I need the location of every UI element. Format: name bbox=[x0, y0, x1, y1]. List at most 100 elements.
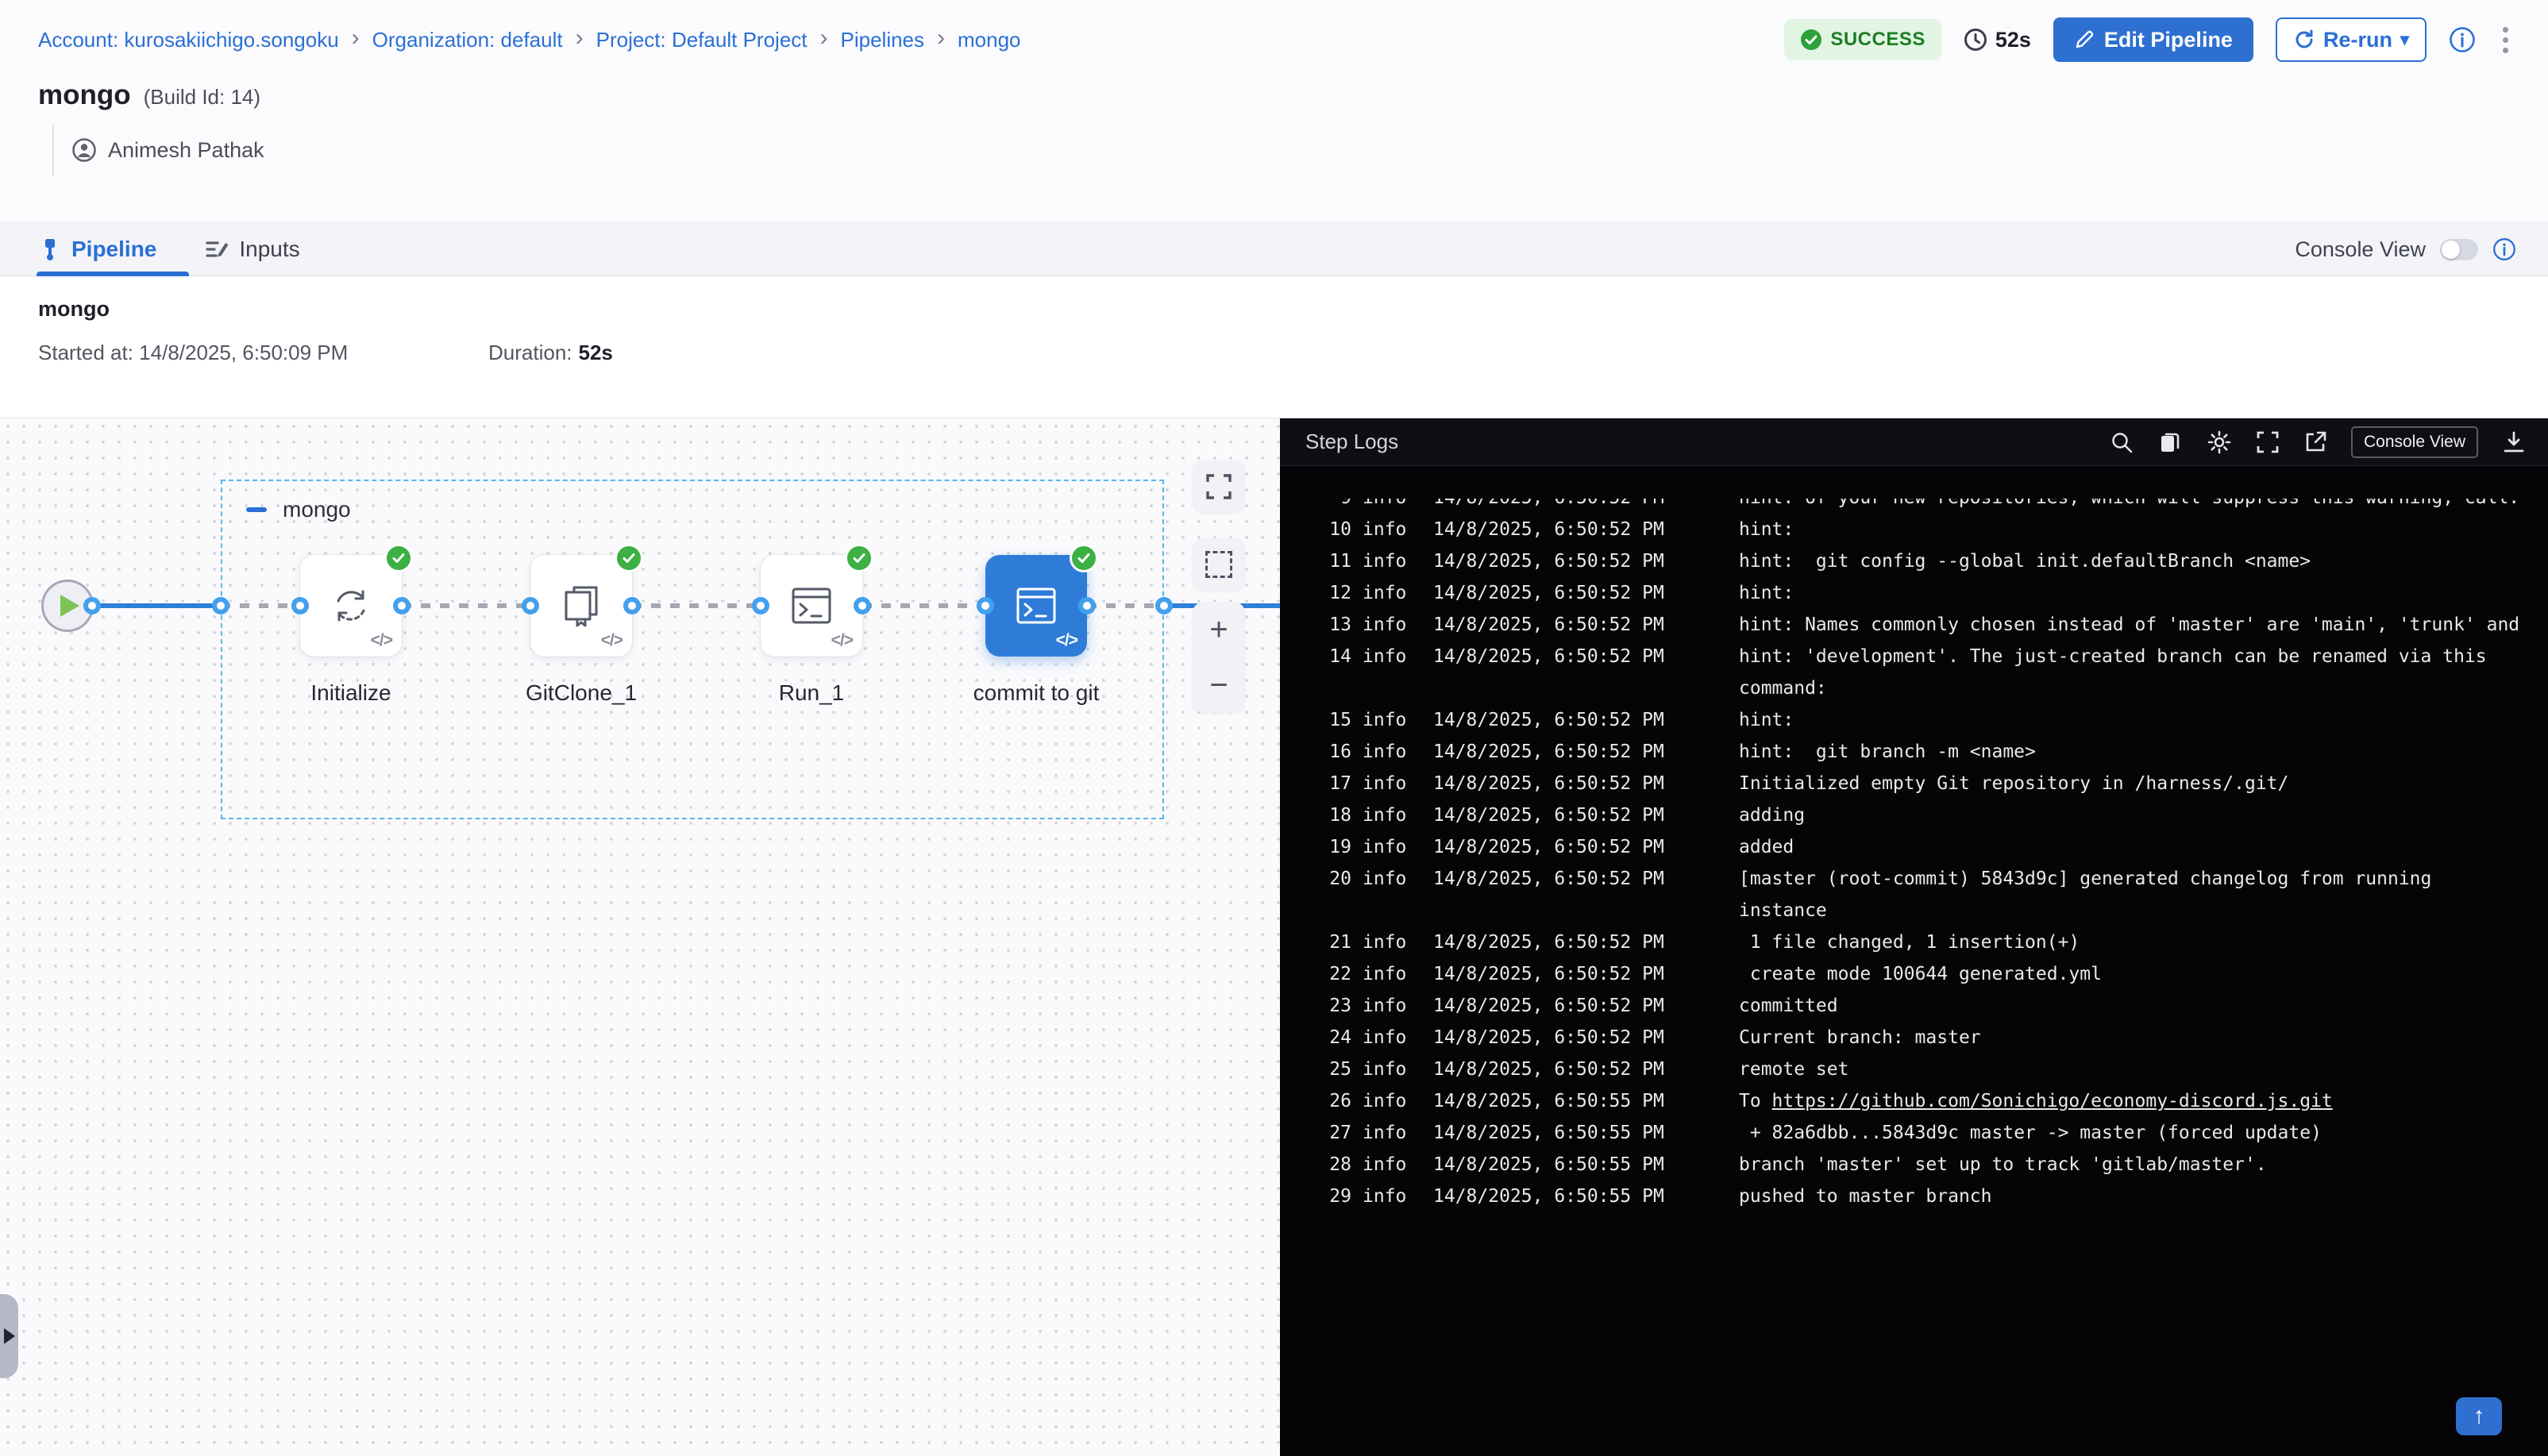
rerun-button[interactable]: Re-run ▾ bbox=[2276, 17, 2427, 62]
duration-value: 52s bbox=[1995, 28, 2031, 52]
log-repo-link[interactable]: https://github.com/Sonichigo/economy-dis… bbox=[1772, 1091, 2333, 1111]
log-line-number: 26 bbox=[1315, 1085, 1351, 1117]
log-line-number: 11 bbox=[1315, 545, 1351, 577]
log-line: 15info14/8/2025, 6:50:52 PMhint: bbox=[1315, 704, 2524, 736]
log-level: info bbox=[1351, 831, 1405, 863]
log-line: 13info14/8/2025, 6:50:52 PMhint: Names c… bbox=[1315, 609, 2524, 641]
connector-ring bbox=[291, 597, 309, 614]
success-check-icon bbox=[1800, 29, 1822, 51]
started-at: Started at: 14/8/2025, 6:50:09 PM bbox=[38, 341, 488, 365]
pipeline-canvas[interactable]: mongo </> bbox=[0, 418, 1280, 1456]
step-logs-title: Step Logs bbox=[1305, 429, 1398, 454]
expand-left-panel-handle[interactable] bbox=[0, 1294, 18, 1378]
log-line: 11info14/8/2025, 6:50:52 PMhint: git con… bbox=[1315, 545, 2524, 577]
log-line: 29info14/8/2025, 6:50:55 PMpushed to mas… bbox=[1315, 1181, 2524, 1212]
step-node-commit-to-git[interactable]: </> bbox=[985, 555, 1087, 657]
log-line: 10info14/8/2025, 6:50:52 PMhint: bbox=[1315, 514, 2524, 545]
pencil-icon bbox=[2074, 29, 2095, 50]
log-line-number: 12 bbox=[1315, 577, 1351, 609]
log-level: info bbox=[1351, 926, 1405, 958]
log-message: hint: git config --global init.defaultBr… bbox=[1675, 545, 2524, 577]
log-line: 21info14/8/2025, 6:50:52 PM 1 file chang… bbox=[1315, 926, 2524, 958]
sync-icon bbox=[327, 582, 375, 630]
code-icon: </> bbox=[601, 631, 623, 650]
log-timestamp: 14/8/2025, 6:50:55 PM bbox=[1405, 1149, 1675, 1181]
connector-ring bbox=[83, 597, 101, 614]
log-timestamp: 14/8/2025, 6:50:52 PM bbox=[1405, 958, 1675, 990]
marquee-icon bbox=[1205, 551, 1232, 578]
step-logs-header: Step Logs bbox=[1280, 418, 2548, 466]
log-line-number: 20 bbox=[1315, 863, 1351, 926]
log-message: remote set bbox=[1675, 1053, 2524, 1085]
canvas-selection-button[interactable] bbox=[1193, 538, 1245, 591]
canvas-zoom-controls: + − bbox=[1193, 602, 1245, 713]
log-line: 23info14/8/2025, 6:50:52 PMcommitted bbox=[1315, 990, 2524, 1022]
log-timestamp: 14/8/2025, 6:50:52 PM bbox=[1405, 736, 1675, 768]
log-timestamp: 14/8/2025, 6:50:52 PM bbox=[1405, 1053, 1675, 1085]
log-timestamp: 14/8/2025, 6:50:52 PM bbox=[1405, 768, 1675, 799]
collapse-stage-icon[interactable] bbox=[246, 507, 267, 512]
more-options-menu[interactable] bbox=[2498, 22, 2513, 58]
breadcrumb-pipelines[interactable]: Pipelines bbox=[841, 28, 925, 52]
step-node-initialize[interactable]: </> bbox=[300, 555, 402, 657]
log-line-number: 16 bbox=[1315, 736, 1351, 768]
code-icon: </> bbox=[831, 631, 853, 650]
settings-gear-icon[interactable] bbox=[2207, 429, 2232, 455]
log-line-number: 22 bbox=[1315, 958, 1351, 990]
page-title: mongo bbox=[38, 79, 131, 111]
breadcrumb-project[interactable]: Project: Default Project bbox=[596, 28, 808, 52]
canvas-fullscreen-button[interactable] bbox=[1193, 460, 1245, 513]
log-timestamp: 14/8/2025, 6:50:52 PM bbox=[1405, 609, 1675, 641]
log-level: info bbox=[1351, 1053, 1405, 1085]
tab-inputs[interactable]: Inputs bbox=[204, 223, 299, 275]
summary-duration-value: 52s bbox=[579, 341, 613, 365]
log-level: info bbox=[1351, 704, 1405, 736]
log-line: 26info14/8/2025, 6:50:55 PMTo https://gi… bbox=[1315, 1085, 2524, 1117]
console-view-toggle-label: Console View bbox=[2295, 237, 2426, 262]
breadcrumb-account[interactable]: Account: kurosakiichigo.songoku bbox=[38, 28, 339, 52]
log-timestamp: 14/8/2025, 6:50:52 PM bbox=[1405, 1022, 1675, 1053]
step-node-run[interactable]: </> bbox=[761, 555, 862, 657]
code-icon: </> bbox=[371, 631, 392, 650]
step-success-icon bbox=[845, 544, 873, 572]
info-icon[interactable] bbox=[2492, 237, 2516, 261]
log-message: To https://github.com/Sonichigo/economy-… bbox=[1675, 1085, 2524, 1117]
log-level: info bbox=[1351, 736, 1405, 768]
step-label-commit-to-git: commit to git bbox=[933, 680, 1139, 706]
edit-pipeline-button[interactable]: Edit Pipeline bbox=[2053, 17, 2253, 62]
tab-pipeline[interactable]: Pipeline bbox=[38, 223, 156, 275]
info-icon[interactable] bbox=[2449, 26, 2476, 53]
step-label-run: Run_1 bbox=[708, 680, 915, 706]
step-logs-body[interactable]: 9info14/8/2025, 6:50:52 PMhint: of your … bbox=[1280, 466, 2548, 1456]
log-line-number: 29 bbox=[1315, 1181, 1351, 1212]
log-line: 25info14/8/2025, 6:50:52 PMremote set bbox=[1315, 1053, 2524, 1085]
search-icon[interactable] bbox=[2110, 430, 2134, 454]
scroll-to-top-button[interactable]: ↑ bbox=[2456, 1397, 2502, 1435]
fullscreen-icon[interactable] bbox=[2256, 430, 2280, 454]
log-message: [master (root-commit) 5843d9c] generated… bbox=[1675, 863, 2524, 926]
log-line: 22info14/8/2025, 6:50:52 PM create mode … bbox=[1315, 958, 2524, 990]
zoom-in-button[interactable]: + bbox=[1209, 614, 1228, 645]
log-lines: 9info14/8/2025, 6:50:52 PMhint: of your … bbox=[1280, 466, 2548, 1212]
step-node-gitclone[interactable]: </> bbox=[530, 555, 632, 657]
log-line-number: 28 bbox=[1315, 1149, 1351, 1181]
status-badge: SUCCESS bbox=[1784, 19, 1941, 60]
open-external-icon[interactable] bbox=[2303, 430, 2327, 454]
step-label-initialize: Initialize bbox=[248, 680, 454, 706]
log-message: Current branch: master bbox=[1675, 1022, 2524, 1053]
refresh-icon bbox=[2293, 29, 2315, 51]
step-label-gitclone: GitClone_1 bbox=[478, 680, 684, 706]
breadcrumb-organization[interactable]: Organization: default bbox=[372, 28, 563, 52]
log-timestamp: 14/8/2025, 6:50:55 PM bbox=[1405, 1117, 1675, 1149]
step-success-icon bbox=[1070, 544, 1098, 572]
console-view-button[interactable]: Console View bbox=[2351, 426, 2478, 458]
breadcrumb-current-pipeline[interactable]: mongo bbox=[958, 28, 1021, 52]
console-view-toggle[interactable] bbox=[2440, 239, 2478, 260]
log-message: create mode 100644 generated.yml bbox=[1675, 958, 2524, 990]
terminal-icon bbox=[787, 581, 836, 630]
log-level: info bbox=[1351, 863, 1405, 926]
download-icon[interactable] bbox=[2502, 430, 2526, 454]
author-name: Animesh Pathak bbox=[108, 138, 264, 163]
copy-icon[interactable] bbox=[2157, 429, 2183, 455]
zoom-out-button[interactable]: − bbox=[1209, 669, 1228, 701]
